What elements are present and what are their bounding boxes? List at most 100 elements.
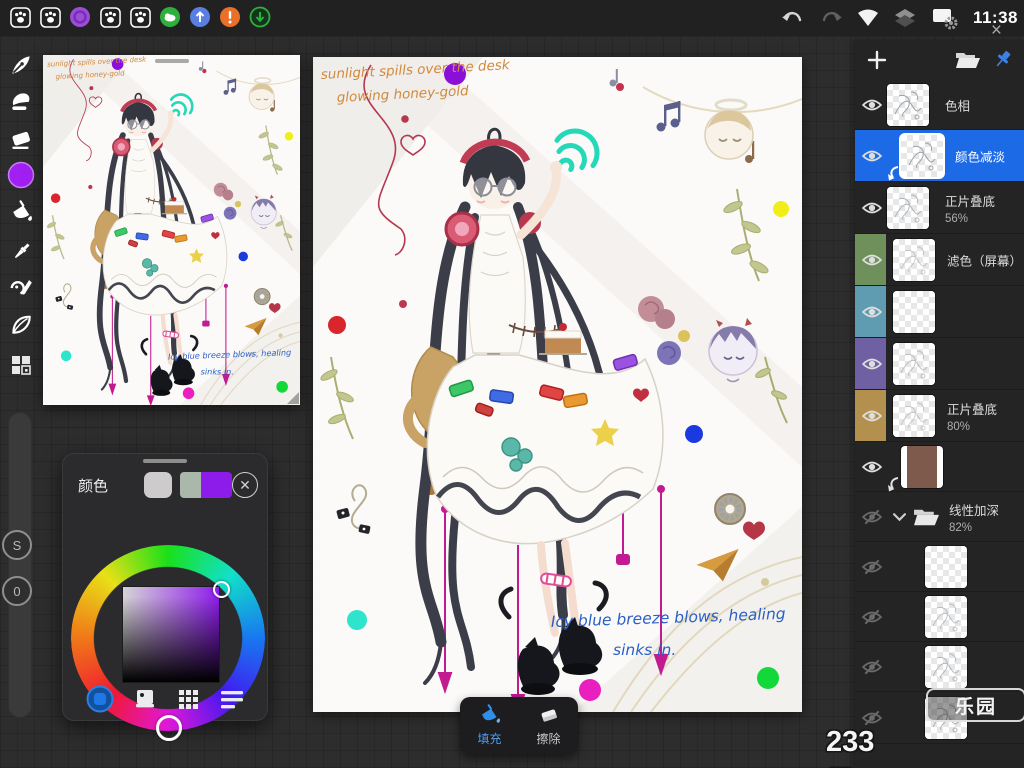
main-canvas[interactable] [313,57,802,712]
paw-app-icon [98,5,122,29]
erase-label: 擦除 [536,732,561,746]
layer-thumbnail[interactable] [925,595,967,638]
panel-drag-handle[interactable] [143,459,187,463]
hue-selector[interactable] [156,715,182,741]
layer-row[interactable] [855,286,1024,338]
tool-grid[interactable] [4,348,38,382]
slider-s-button[interactable]: S [2,530,32,560]
layer-thumbnail[interactable] [893,238,935,281]
color-swatch-pair[interactable] [180,472,232,498]
layer-visibility-toggle[interactable] [862,659,882,675]
pin-panel-button[interactable] [993,49,1013,69]
color-mode-values[interactable] [219,687,245,711]
color-mode-classic[interactable] [133,687,157,711]
watermark-id-text: 233号:227428231 [826,726,1010,768]
layer-thumbnail[interactable] [901,445,943,488]
color-panel: 颜色 ✕ [62,453,268,741]
pen-tool[interactable] [4,48,38,82]
reference-preview-window[interactable] [43,55,300,405]
quick-action-bar: 填充 擦除 [460,697,578,754]
new-folder-button[interactable] [955,51,981,69]
layer-visibility-toggle[interactable] [862,98,882,112]
layer-thumbnail[interactable] [887,83,929,126]
layer-visibility-toggle[interactable] [862,609,882,625]
layer-row[interactable]: 色相 [855,80,1024,130]
layer-thumbnail[interactable] [893,290,935,333]
layer-visibility-toggle[interactable] [862,253,882,267]
group-folder-icon [913,507,940,526]
undo-icon[interactable] [781,9,805,27]
mixer-brush-tool[interactable] [4,270,38,304]
color-panel-title: 颜色 [78,478,109,495]
layer-visibility-toggle[interactable] [862,409,882,423]
layer-row[interactable]: 正片叠底 56% [855,182,1024,234]
layer-row[interactable] [855,592,1024,642]
layer-visibility-toggle[interactable] [862,305,882,319]
layers-header [855,40,1024,80]
layer-row[interactable] [855,642,1024,692]
current-color-swatch[interactable] [4,158,38,192]
fill-bucket-tool[interactable] [4,196,38,230]
paw-app-icon [8,5,32,29]
drawing-app: sunlight spills over the desk glowing ho… [0,0,1024,768]
layer-visibility-toggle[interactable] [862,460,882,474]
status-bar: 11:38 [0,0,1024,36]
eyedropper-tool[interactable] [4,234,38,268]
layer-group-row[interactable]: 线性加深 82% [855,492,1024,542]
layer-thumbnail[interactable] [893,394,935,437]
layer-thumbnail[interactable] [925,545,967,588]
layer-row[interactable] [855,338,1024,390]
vector-leaf-tool[interactable] [4,308,38,342]
watermark-badge: 乐园 [926,688,1024,722]
color-mode-disc[interactable] [86,685,114,713]
layer-thumbnail[interactable] [887,186,929,229]
eraser-icon [541,709,557,722]
eraser-tool[interactable] [4,122,38,156]
close-icon[interactable]: × [991,20,1002,42]
layer-row[interactable]: 滤色（屏幕） [855,234,1024,286]
color-swatch-single[interactable] [144,472,172,498]
layer-visibility-toggle[interactable] [862,509,882,525]
chevron-down-icon[interactable] [893,512,906,521]
wifi-icon [857,9,879,27]
layer-visibility-toggle[interactable] [862,710,882,726]
paw-app-icon [38,5,62,29]
screenshot-gear-icon [931,6,959,30]
layer-visibility-toggle[interactable] [862,201,882,215]
clipping-mask-arrow-icon [886,476,900,492]
brush-size-slider[interactable]: S 0 [2,412,32,718]
layer-row[interactable] [855,542,1024,592]
orange-alert-app-icon [218,5,242,29]
saturation-value-box[interactable] [123,587,219,682]
fill-label: 填充 [477,732,502,746]
layer-visibility-toggle[interactable] [862,559,882,575]
marker-tool[interactable] [4,85,38,119]
artwork [313,57,802,712]
blue-upload-app-icon [188,5,212,29]
layer-thumbnail[interactable] [901,134,943,177]
preview-resize-handle[interactable] [287,392,299,404]
layer-row[interactable]: 正片叠底 80% [855,390,1024,442]
cast-layers-icon [893,8,917,28]
layer-visibility-toggle[interactable] [862,357,882,371]
clipping-mask-arrow-icon [886,165,900,181]
green-cloud-app-icon [158,5,182,29]
layer-row[interactable] [855,442,1024,492]
fill-bucket-icon [481,704,500,723]
fill-mode-button[interactable]: 填充 [460,697,519,754]
color-mode-palette[interactable] [176,687,200,711]
layer-visibility-toggle[interactable] [862,149,882,163]
green-download-app-icon [248,5,272,29]
reference-artwork [43,55,300,405]
preview-drag-handle[interactable] [154,59,189,63]
layer-row-selected[interactable]: 颜色减淡 [855,130,1024,182]
layer-thumbnail[interactable] [893,342,935,385]
erase-mode-button[interactable]: 擦除 [519,697,578,754]
layers-panel: 色相 颜色减淡 正片叠底 56% 滤色（屏幕） 正片叠底 80% 线性加深 82… [855,40,1024,768]
slider-o-button[interactable]: 0 [2,576,32,606]
sv-selector[interactable] [213,581,230,598]
redo-icon[interactable] [819,9,843,27]
layer-thumbnail[interactable] [925,645,967,688]
close-color-panel-button[interactable]: ✕ [232,472,258,498]
add-layer-button[interactable] [867,50,887,70]
